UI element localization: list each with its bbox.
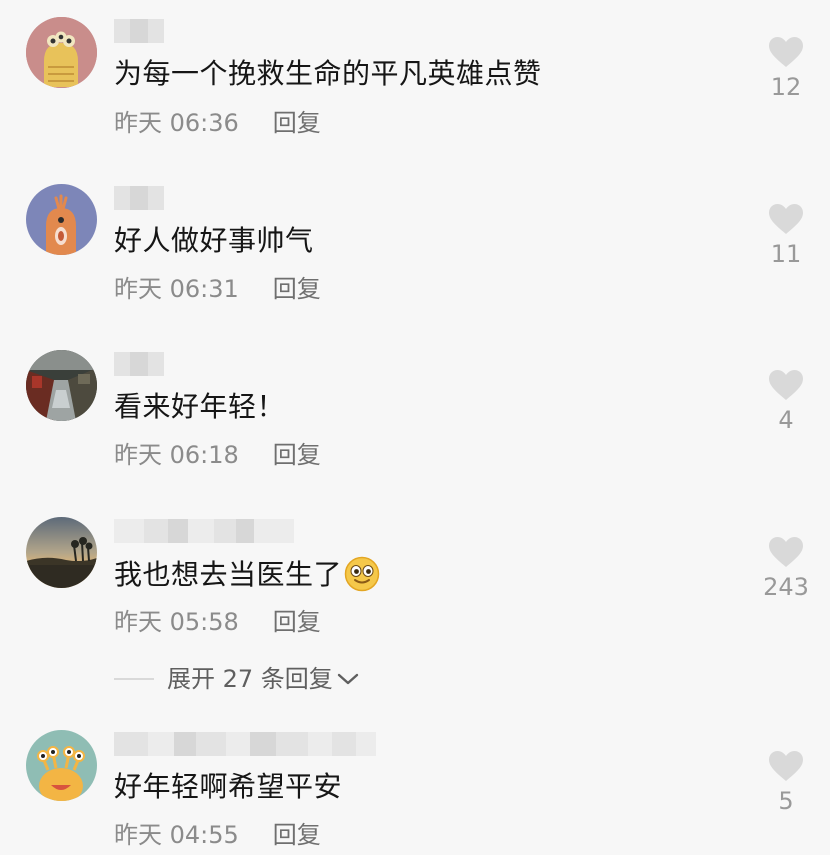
comment-meta: 昨天 06:36 回复 bbox=[114, 108, 321, 138]
like-button[interactable]: 11 bbox=[751, 203, 821, 267]
like-count: 5 bbox=[778, 787, 794, 815]
comment-meta: 昨天 05:58 回复 bbox=[114, 607, 321, 637]
like-count: 11 bbox=[770, 240, 802, 268]
comment-text-content: 我也想去当医生了 bbox=[114, 558, 343, 591]
avatar[interactable] bbox=[26, 730, 97, 801]
comment-time: 昨天 06:31 bbox=[114, 275, 239, 303]
username-blurred[interactable] bbox=[114, 732, 376, 756]
yellow-creature-avatar bbox=[26, 17, 97, 88]
like-count: 4 bbox=[778, 406, 794, 434]
comment-meta: 昨天 04:55 回复 bbox=[114, 820, 321, 850]
username-blurred[interactable] bbox=[114, 19, 164, 43]
avatar[interactable] bbox=[26, 350, 97, 421]
reply-button[interactable]: 回复 bbox=[273, 275, 321, 303]
expand-replies-button[interactable]: 展开 27 条回复 bbox=[114, 664, 359, 694]
comment-text: 看来好年轻！ bbox=[114, 390, 286, 423]
reply-button[interactable]: 回复 bbox=[273, 109, 321, 137]
divider-line bbox=[114, 678, 154, 680]
like-button[interactable]: 4 bbox=[751, 369, 821, 433]
like-count: 12 bbox=[770, 73, 802, 101]
username-blurred[interactable] bbox=[114, 186, 164, 210]
avatar[interactable] bbox=[26, 517, 97, 588]
comment-text: 我也想去当医生了 bbox=[114, 556, 380, 593]
reply-button[interactable]: 回复 bbox=[273, 821, 321, 849]
like-button[interactable]: 243 bbox=[751, 536, 821, 600]
like-count: 243 bbox=[763, 573, 809, 601]
chevron-down-icon bbox=[337, 673, 358, 685]
heart-icon bbox=[769, 37, 803, 67]
comment-meta: 昨天 06:18 回复 bbox=[114, 440, 321, 470]
username-blurred[interactable] bbox=[114, 352, 164, 376]
heart-icon bbox=[769, 751, 803, 781]
comment-time: 昨天 05:58 bbox=[114, 608, 239, 636]
orange-creature-avatar bbox=[26, 184, 97, 255]
heart-icon bbox=[769, 537, 803, 567]
avatar[interactable] bbox=[26, 17, 97, 88]
sunset-photo-avatar bbox=[26, 517, 97, 588]
reply-button[interactable]: 回复 bbox=[273, 441, 321, 469]
comment-text: 好年轻啊希望平安 bbox=[114, 770, 343, 803]
username-blurred[interactable] bbox=[114, 519, 294, 543]
avatar[interactable] bbox=[26, 184, 97, 255]
like-button[interactable]: 12 bbox=[751, 36, 821, 100]
comment-time: 昨天 04:55 bbox=[114, 821, 239, 849]
heart-icon bbox=[769, 204, 803, 234]
heart-icon bbox=[769, 370, 803, 400]
street-photo-avatar bbox=[26, 350, 97, 421]
reply-button[interactable]: 回复 bbox=[273, 608, 321, 636]
comment-text: 好人做好事帅气 bbox=[114, 224, 314, 257]
comment-time: 昨天 06:36 bbox=[114, 109, 239, 137]
comment-time: 昨天 06:18 bbox=[114, 441, 239, 469]
like-button[interactable]: 5 bbox=[751, 750, 821, 814]
expand-replies-label: 展开 27 条回复 bbox=[167, 665, 333, 693]
multi-eyed-monster-avatar bbox=[26, 730, 97, 801]
comment-text: 为每一个挽救生命的平凡英雄点赞 bbox=[114, 57, 542, 90]
laughing-emoji-icon bbox=[344, 556, 380, 592]
comment-meta: 昨天 06:31 回复 bbox=[114, 274, 321, 304]
